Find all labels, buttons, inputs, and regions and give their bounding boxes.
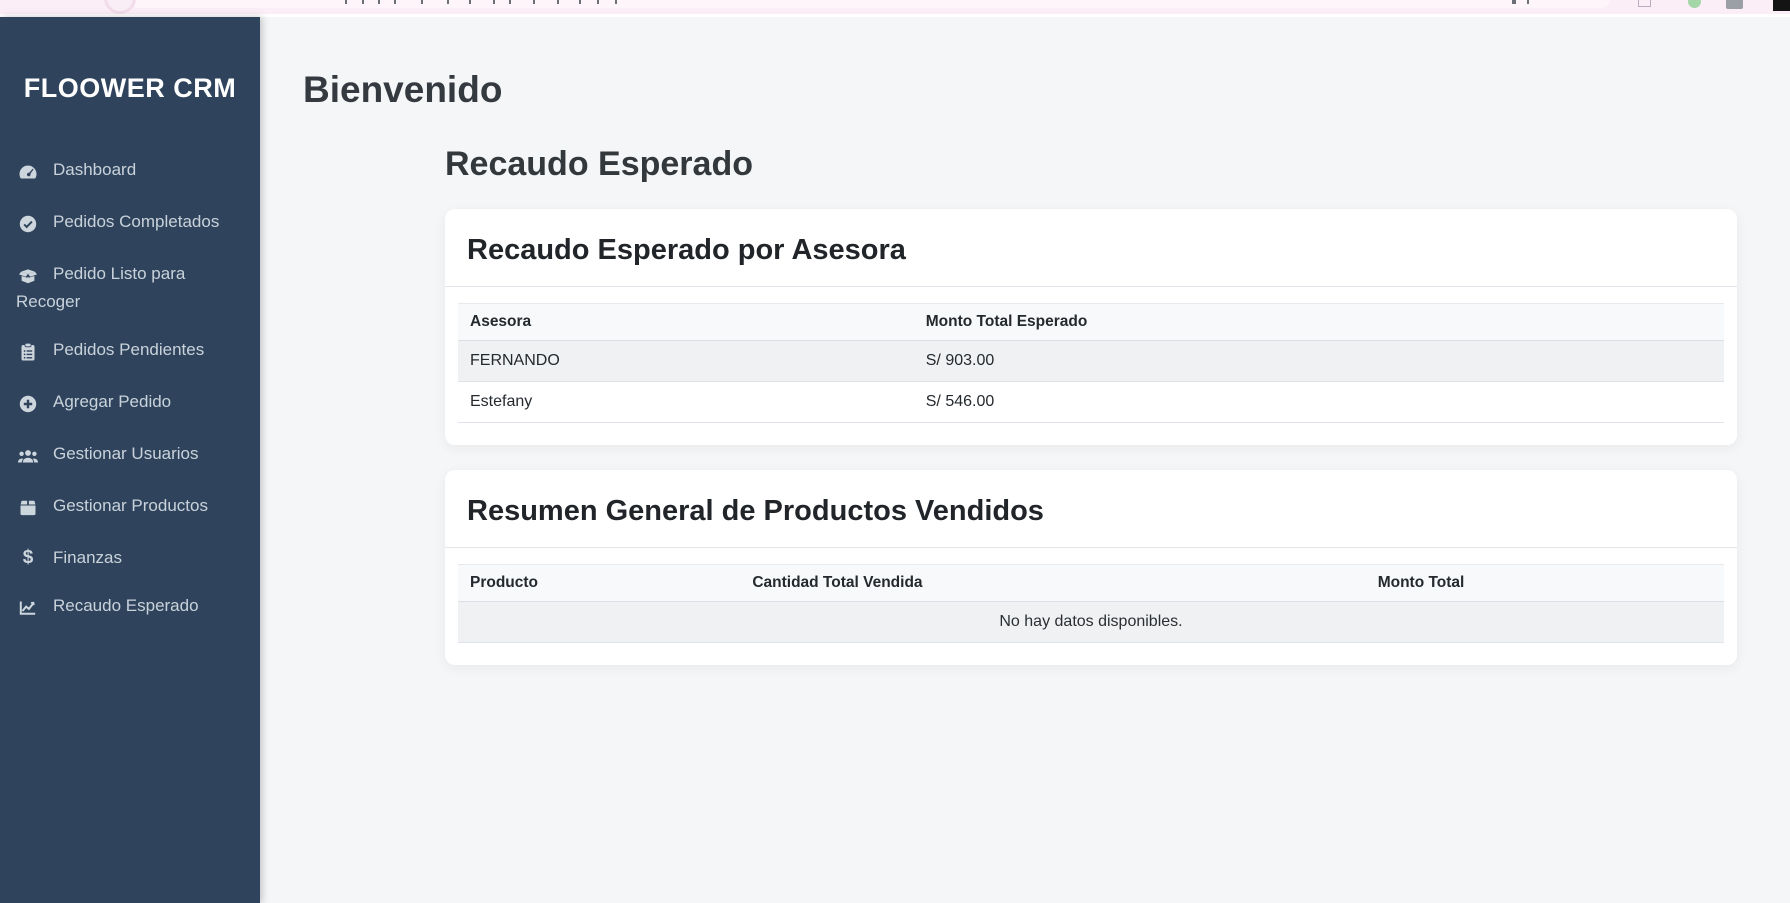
url-text-fragment bbox=[557, 0, 559, 4]
box-icon bbox=[16, 498, 40, 522]
sidebar-item-dashboard[interactable]: Dashboard bbox=[0, 146, 260, 198]
url-text-fragment bbox=[1527, 0, 1529, 4]
no-data-message: No hay datos disponibles. bbox=[458, 602, 1724, 643]
card-header: Recaudo Esperado por Asesora bbox=[445, 209, 1737, 287]
browser-extensions-icon[interactable] bbox=[1726, 0, 1743, 9]
clipboard-list-icon bbox=[16, 342, 40, 366]
column-header-producto: Producto bbox=[458, 565, 740, 602]
sidebar-item-label: Finanzas bbox=[53, 548, 122, 567]
plus-circle-icon bbox=[16, 394, 40, 418]
browser-download-icon[interactable] bbox=[1638, 0, 1651, 7]
productos-table: Producto Cantidad Total Vendida Monto To… bbox=[458, 564, 1724, 643]
url-text-fragment bbox=[394, 0, 396, 4]
card-recaudo-por-asesora: Recaudo Esperado por Asesora Asesora Mon… bbox=[445, 209, 1737, 445]
sidebar: FLOOWER CRM Dashboard Pedidos Completado… bbox=[0, 17, 260, 903]
url-text-fragment bbox=[469, 0, 471, 4]
column-header-asesora: Asesora bbox=[458, 304, 914, 341]
card-resumen-productos: Resumen General de Productos Vendidos Pr… bbox=[445, 470, 1737, 665]
app-shell: FLOOWER CRM Dashboard Pedidos Completado… bbox=[0, 17, 1790, 903]
table-header-row: Asesora Monto Total Esperado bbox=[458, 304, 1724, 341]
sidebar-item-label: Gestionar Productos bbox=[53, 496, 208, 515]
sidebar-item-label: Recaudo Esperado bbox=[53, 596, 199, 615]
asesora-cell: Estefany bbox=[458, 382, 914, 423]
chart-line-icon bbox=[16, 598, 40, 622]
sidebar-item-recaudo-esperado[interactable]: Recaudo Esperado bbox=[0, 582, 260, 634]
url-text-fragment bbox=[597, 0, 599, 4]
browser-chrome bbox=[0, 0, 1790, 14]
browser-profile-avatar[interactable] bbox=[1688, 0, 1701, 8]
check-circle-icon bbox=[16, 214, 40, 238]
address-bar[interactable] bbox=[130, 0, 1610, 8]
page-title: Bienvenido bbox=[303, 69, 1790, 111]
url-text-fragment bbox=[378, 0, 380, 4]
sidebar-item-label: Agregar Pedido bbox=[53, 392, 171, 411]
sidebar-item-label: Dashboard bbox=[53, 160, 136, 179]
sidebar-item-label: Pedido Listo para Recoger bbox=[16, 264, 185, 311]
empty-table-row: No hay datos disponibles. bbox=[458, 602, 1724, 643]
sidebar-item-finanzas[interactable]: $ Finanzas bbox=[0, 534, 260, 582]
url-text-fragment bbox=[509, 0, 511, 4]
sidebar-item-pedidos-completados[interactable]: Pedidos Completados bbox=[0, 198, 260, 250]
main-content: Bienvenido Recaudo Esperado Recaudo Espe… bbox=[260, 17, 1790, 903]
box-open-icon bbox=[16, 266, 40, 290]
url-text-fragment bbox=[493, 0, 495, 4]
sidebar-item-pedido-listo-para-recoger[interactable]: Pedido Listo para Recoger bbox=[0, 250, 260, 326]
sidebar-item-gestionar-productos[interactable]: Gestionar Productos bbox=[0, 482, 260, 534]
sidebar-item-pedidos-pendientes[interactable]: Pedidos Pendientes bbox=[0, 326, 260, 378]
card-header: Resumen General de Productos Vendidos bbox=[445, 470, 1737, 548]
column-header-cantidad-total-vendida: Cantidad Total Vendida bbox=[740, 565, 1365, 602]
url-text-fragment bbox=[1512, 0, 1516, 4]
column-header-monto-total: Monto Total bbox=[1366, 565, 1724, 602]
card-title: Resumen General de Productos Vendidos bbox=[467, 495, 1715, 528]
section-title: Recaudo Esperado bbox=[445, 145, 1737, 184]
dollar-sign-icon: $ bbox=[16, 546, 40, 570]
sidebar-item-label: Pedidos Pendientes bbox=[53, 340, 204, 359]
monto-cell: S/ 903.00 bbox=[914, 341, 1724, 382]
url-text-fragment bbox=[447, 0, 449, 4]
url-text-fragment bbox=[421, 0, 423, 4]
tachometer-icon bbox=[16, 162, 40, 186]
brand-logo: FLOOWER CRM bbox=[0, 17, 260, 104]
sidebar-item-label: Gestionar Usuarios bbox=[53, 444, 199, 463]
sidebar-item-gestionar-usuarios[interactable]: Gestionar Usuarios bbox=[0, 430, 260, 482]
url-text-fragment bbox=[579, 0, 581, 4]
url-text-fragment bbox=[362, 0, 364, 4]
url-text-fragment bbox=[533, 0, 535, 4]
sidebar-item-agregar-pedido[interactable]: Agregar Pedido bbox=[0, 378, 260, 430]
url-text-fragment bbox=[345, 0, 347, 4]
monto-cell: S/ 546.00 bbox=[914, 382, 1724, 423]
browser-button-circle-icon[interactable] bbox=[104, 0, 136, 14]
table-row: Estefany S/ 546.00 bbox=[458, 382, 1724, 423]
table-row: FERNANDO S/ 903.00 bbox=[458, 341, 1724, 382]
card-title: Recaudo Esperado por Asesora bbox=[467, 234, 1715, 267]
sidebar-item-label: Pedidos Completados bbox=[53, 212, 219, 231]
card-body: Producto Cantidad Total Vendida Monto To… bbox=[445, 548, 1737, 665]
recaudo-esperado-section: Recaudo Esperado Recaudo Esperado por As… bbox=[445, 145, 1737, 665]
url-text-fragment bbox=[615, 0, 617, 4]
asesora-cell: FERNANDO bbox=[458, 341, 914, 382]
users-icon bbox=[16, 446, 40, 470]
table-header-row: Producto Cantidad Total Vendida Monto To… bbox=[458, 565, 1724, 602]
asesora-table: Asesora Monto Total Esperado FERNANDO S/… bbox=[458, 303, 1724, 423]
card-body: Asesora Monto Total Esperado FERNANDO S/… bbox=[445, 287, 1737, 445]
sidebar-nav: Dashboard Pedidos Completados Pedido Lis… bbox=[0, 146, 260, 634]
column-header-monto-total-esperado: Monto Total Esperado bbox=[914, 304, 1724, 341]
browser-menu-icon[interactable] bbox=[1773, 0, 1790, 11]
